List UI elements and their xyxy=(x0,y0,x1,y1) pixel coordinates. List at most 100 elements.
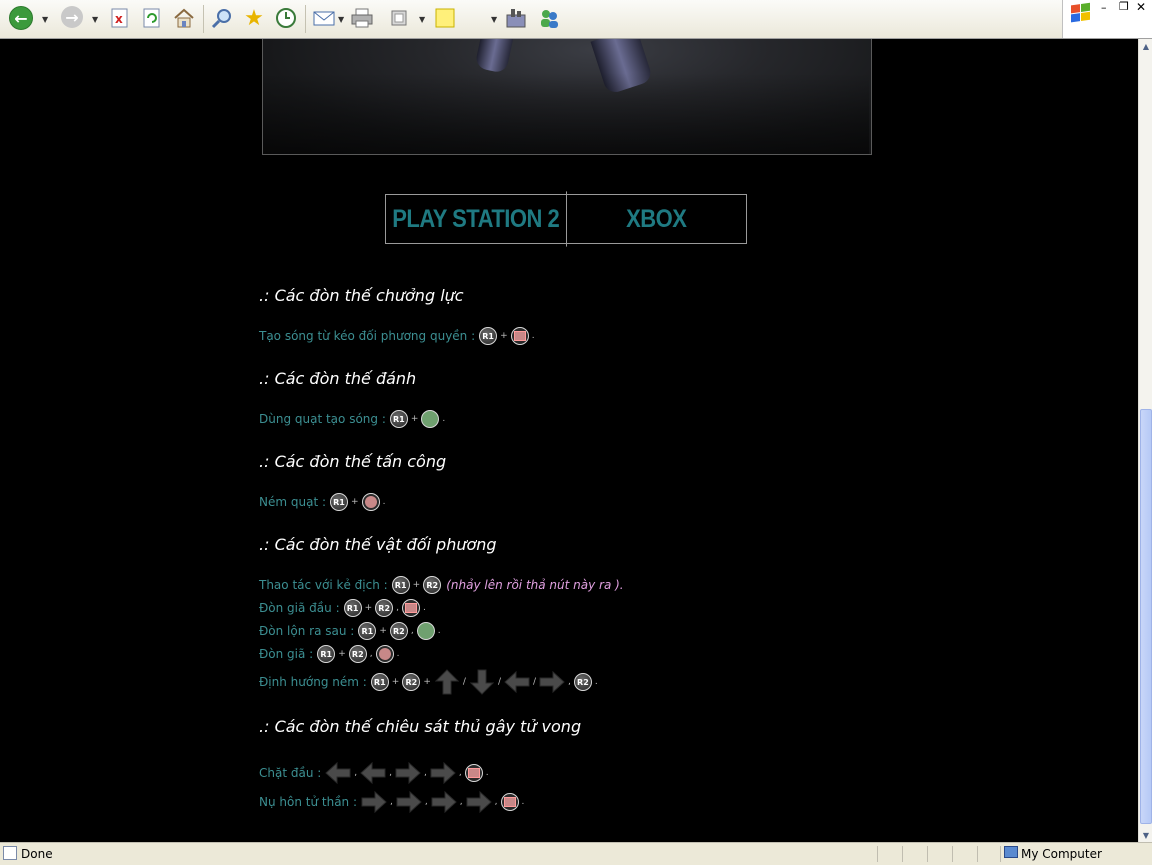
move-row: Chặt đầu : , , , , . xyxy=(259,762,491,784)
arrow-left-icon xyxy=(360,762,386,784)
r1-button-icon: R1 xyxy=(358,622,377,640)
section-heading-fatality-moves: .: Các đòn thế chiêu sát thủ gây tử vong xyxy=(259,717,582,736)
r2-button-icon: R2 xyxy=(375,599,394,617)
plus-sign: + xyxy=(410,414,419,424)
arrow-down-icon xyxy=(469,669,495,695)
plus-sign: + xyxy=(412,580,421,590)
tab-xbox[interactable]: XBOX xyxy=(565,191,747,247)
move-row: Đòn giã đầu : R1 + R2 , . xyxy=(259,599,428,617)
square-button-icon xyxy=(464,764,483,782)
move-row: Ném quạt : R1 + . xyxy=(259,493,387,511)
r2-button-icon: R2 xyxy=(348,645,367,663)
slash: / xyxy=(532,677,537,687)
square-button-icon xyxy=(500,793,519,811)
triangle-button-icon xyxy=(421,410,440,428)
comma: , xyxy=(494,797,498,807)
mail-icon[interactable] xyxy=(312,6,336,30)
move-label: Nụ hôn tử thần : xyxy=(259,795,358,809)
move-label: Dùng quạt tạo sóng : xyxy=(259,412,386,426)
move-label: Đòn giã : xyxy=(259,647,314,661)
platform-tabs: PLAY STATION 2 XBOX xyxy=(385,191,747,247)
period: . xyxy=(382,497,386,507)
r2-button-icon: R2 xyxy=(402,673,421,691)
svg-text:x: x xyxy=(115,12,123,26)
home-icon[interactable] xyxy=(172,6,196,30)
chevron-down-icon[interactable]: ▼ xyxy=(491,15,497,24)
status-pane xyxy=(977,846,978,862)
move-label: Tạo sóng từ kéo đối phương quyền : xyxy=(259,329,476,343)
move-row: Định hướng ném : R1 + R2 + / / / , R2 . xyxy=(259,669,600,695)
comma: , xyxy=(458,768,462,778)
vertical-scrollbar[interactable]: ▲ ▼ xyxy=(1138,39,1152,842)
section-heading-grapple-moves: .: Các đòn thế vật đối phương xyxy=(259,535,497,554)
close-icon[interactable]: ✕ xyxy=(1136,0,1146,14)
page-status-icon xyxy=(3,846,17,860)
users-icon[interactable] xyxy=(537,6,561,30)
arrow-right-icon xyxy=(430,762,456,784)
forward-icon[interactable]: → xyxy=(61,6,83,28)
favorites-icon[interactable]: ★ xyxy=(242,6,266,31)
r1-button-icon: R1 xyxy=(389,410,408,428)
chevron-down-icon[interactable]: ▼ xyxy=(419,15,425,24)
arrow-right-icon xyxy=(431,791,457,813)
triangle-button-icon xyxy=(416,622,435,640)
toolbar-separator xyxy=(203,5,204,33)
notes-icon[interactable] xyxy=(433,6,457,30)
arrow-right-icon xyxy=(466,791,492,813)
back-icon[interactable]: ← xyxy=(9,6,33,30)
move-row: Dùng quạt tạo sóng : R1 + . xyxy=(259,410,447,428)
chevron-down-icon[interactable]: ▼ xyxy=(338,15,344,24)
plus-sign: + xyxy=(500,331,508,341)
stop-icon[interactable]: x xyxy=(108,6,132,30)
arrow-left-icon xyxy=(325,762,351,784)
period: . xyxy=(396,649,400,659)
chevron-down-icon[interactable]: ▼ xyxy=(42,15,48,24)
status-pane xyxy=(1000,846,1001,862)
scroll-down-icon[interactable]: ▼ xyxy=(1139,828,1152,842)
print-icon[interactable] xyxy=(350,6,374,30)
move-label: Chặt đầu : xyxy=(259,766,322,780)
move-label: Ném quạt : xyxy=(259,495,327,509)
chevron-down-icon[interactable]: ▼ xyxy=(92,15,98,24)
move-label: Thao tác với kẻ địch : xyxy=(259,578,388,592)
toolbar-separator xyxy=(305,5,306,33)
scroll-up-icon[interactable]: ▲ xyxy=(1139,39,1152,53)
scrollbar-thumb[interactable] xyxy=(1140,409,1152,824)
move-label: Định hướng ném : xyxy=(259,675,367,689)
circle-button-icon xyxy=(375,645,394,663)
square-button-icon xyxy=(402,599,421,617)
plus-sign: + xyxy=(364,603,373,613)
history-icon[interactable] xyxy=(274,6,298,30)
character-banner-image xyxy=(262,39,872,155)
period: . xyxy=(437,626,441,636)
period: . xyxy=(485,768,489,778)
refresh-icon[interactable] xyxy=(140,6,164,30)
plus-sign: + xyxy=(338,649,346,659)
fullscreen-icon[interactable] xyxy=(387,6,411,30)
comma: , xyxy=(396,603,400,613)
r1-button-icon: R1 xyxy=(330,493,349,511)
r1-button-icon: R1 xyxy=(343,599,362,617)
comma: , xyxy=(389,768,393,778)
tab-playstation-2[interactable]: PLAY STATION 2 xyxy=(386,191,566,246)
r1-button-icon: R1 xyxy=(370,673,389,691)
move-row: Thao tác với kẻ địch : R1 + R2 (nhảy lên… xyxy=(259,576,624,594)
r1-button-icon: R1 xyxy=(391,576,410,594)
r1-button-icon: R1 xyxy=(479,327,498,345)
computer-icon xyxy=(1004,846,1018,858)
move-row: Nụ hôn tử thần : , , , , . xyxy=(259,791,526,813)
comma: , xyxy=(459,797,463,807)
r1-button-icon: R1 xyxy=(317,645,336,663)
minimize-icon[interactable]: – xyxy=(1101,1,1107,14)
status-text: Done xyxy=(21,847,53,861)
period: . xyxy=(521,797,525,807)
restore-icon[interactable]: ❐ xyxy=(1119,0,1129,13)
move-label: Đòn lộn ra sau : xyxy=(259,624,355,638)
messenger-icon[interactable] xyxy=(504,6,528,30)
browser-toolbar: ← ▼ → ▼ x ★ ▼ ▼ ▼ – ❐ ✕ xyxy=(0,0,1152,39)
search-icon[interactable] xyxy=(210,6,234,30)
r2-button-icon: R2 xyxy=(423,576,442,594)
period: . xyxy=(423,603,426,613)
slash: / xyxy=(497,677,501,687)
arrow-right-icon xyxy=(396,791,422,813)
